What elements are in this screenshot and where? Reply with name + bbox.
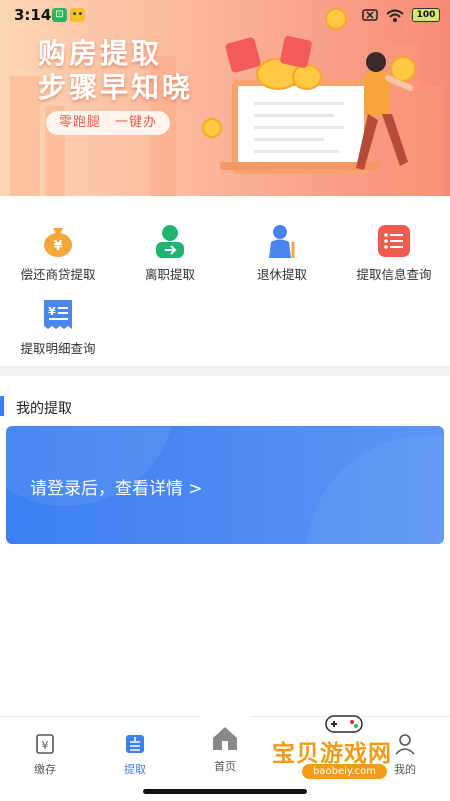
service-detail-query[interactable]: ¥ 提取明细查询 bbox=[2, 298, 114, 357]
chat-notification-icon: •• bbox=[70, 8, 85, 22]
tab-label: 缴存 bbox=[34, 763, 56, 776]
login-prompt-text: 请登录后，查看详情 > bbox=[30, 479, 203, 499]
gamepad-icon bbox=[325, 715, 363, 733]
tab-deposit[interactable]: ¥ 缴存 bbox=[10, 733, 80, 777]
elder-person-icon bbox=[265, 224, 299, 258]
home-indicator[interactable] bbox=[143, 789, 307, 794]
svg-text:¥: ¥ bbox=[48, 305, 56, 318]
section-title: 我的提取 bbox=[16, 401, 72, 417]
status-bar: 3:14 ⊡ •• 100 bbox=[0, 0, 450, 30]
withdraw-icon bbox=[126, 735, 144, 753]
deposit-icon: ¥ bbox=[36, 734, 54, 754]
service-label: 退休提取 bbox=[256, 267, 307, 282]
section-accent-bar bbox=[0, 396, 4, 416]
watermark-text: 宝贝游戏网 bbox=[272, 741, 392, 767]
list-icon bbox=[377, 224, 411, 258]
service-label: 离职提取 bbox=[144, 267, 195, 282]
service-label: 提取信息查询 bbox=[356, 267, 432, 282]
tab-home[interactable]: 首页 bbox=[190, 703, 260, 774]
banner-pill: 零跑腿 一键办 bbox=[46, 111, 170, 135]
no-sim-icon bbox=[362, 9, 378, 21]
service-resignation[interactable]: 离职提取 bbox=[114, 224, 226, 283]
home-icon bbox=[213, 727, 237, 750]
svg-text:¥: ¥ bbox=[42, 739, 49, 752]
service-grid: ¥ 偿还商贷提取 离职提取 退休提取 提取信息查询 ¥ 提取明细查询 bbox=[0, 196, 450, 366]
app-notification-icon: ⊡ bbox=[52, 8, 67, 22]
login-prompt-card[interactable]: 请登录后，查看详情 > bbox=[6, 426, 444, 544]
user-exit-icon bbox=[153, 224, 187, 258]
service-label: 偿还商贷提取 bbox=[20, 267, 96, 282]
wifi-icon bbox=[386, 9, 404, 22]
tab-label: 首页 bbox=[214, 760, 236, 773]
tab-withdraw[interactable]: 提取 bbox=[100, 733, 170, 777]
money-bag-icon: ¥ bbox=[41, 224, 75, 258]
service-retirement[interactable]: 退休提取 bbox=[226, 224, 338, 283]
service-info-query[interactable]: 提取信息查询 bbox=[338, 224, 450, 283]
watermark-url: baobeiy.com bbox=[302, 764, 387, 779]
banner-headline-line2: 步骤早知晓 bbox=[38, 71, 194, 104]
status-time: 3:14 bbox=[14, 6, 52, 24]
service-label: 提取明细查询 bbox=[20, 341, 96, 356]
battery-icon: 100 bbox=[412, 8, 440, 22]
svg-text:¥: ¥ bbox=[53, 239, 62, 254]
watermark: 宝贝游戏网 baobeiy.com bbox=[272, 712, 422, 782]
service-repay-loan[interactable]: ¥ 偿还商贷提取 bbox=[2, 224, 114, 283]
receipt-icon: ¥ bbox=[41, 298, 75, 332]
tab-label: 提取 bbox=[124, 763, 146, 776]
